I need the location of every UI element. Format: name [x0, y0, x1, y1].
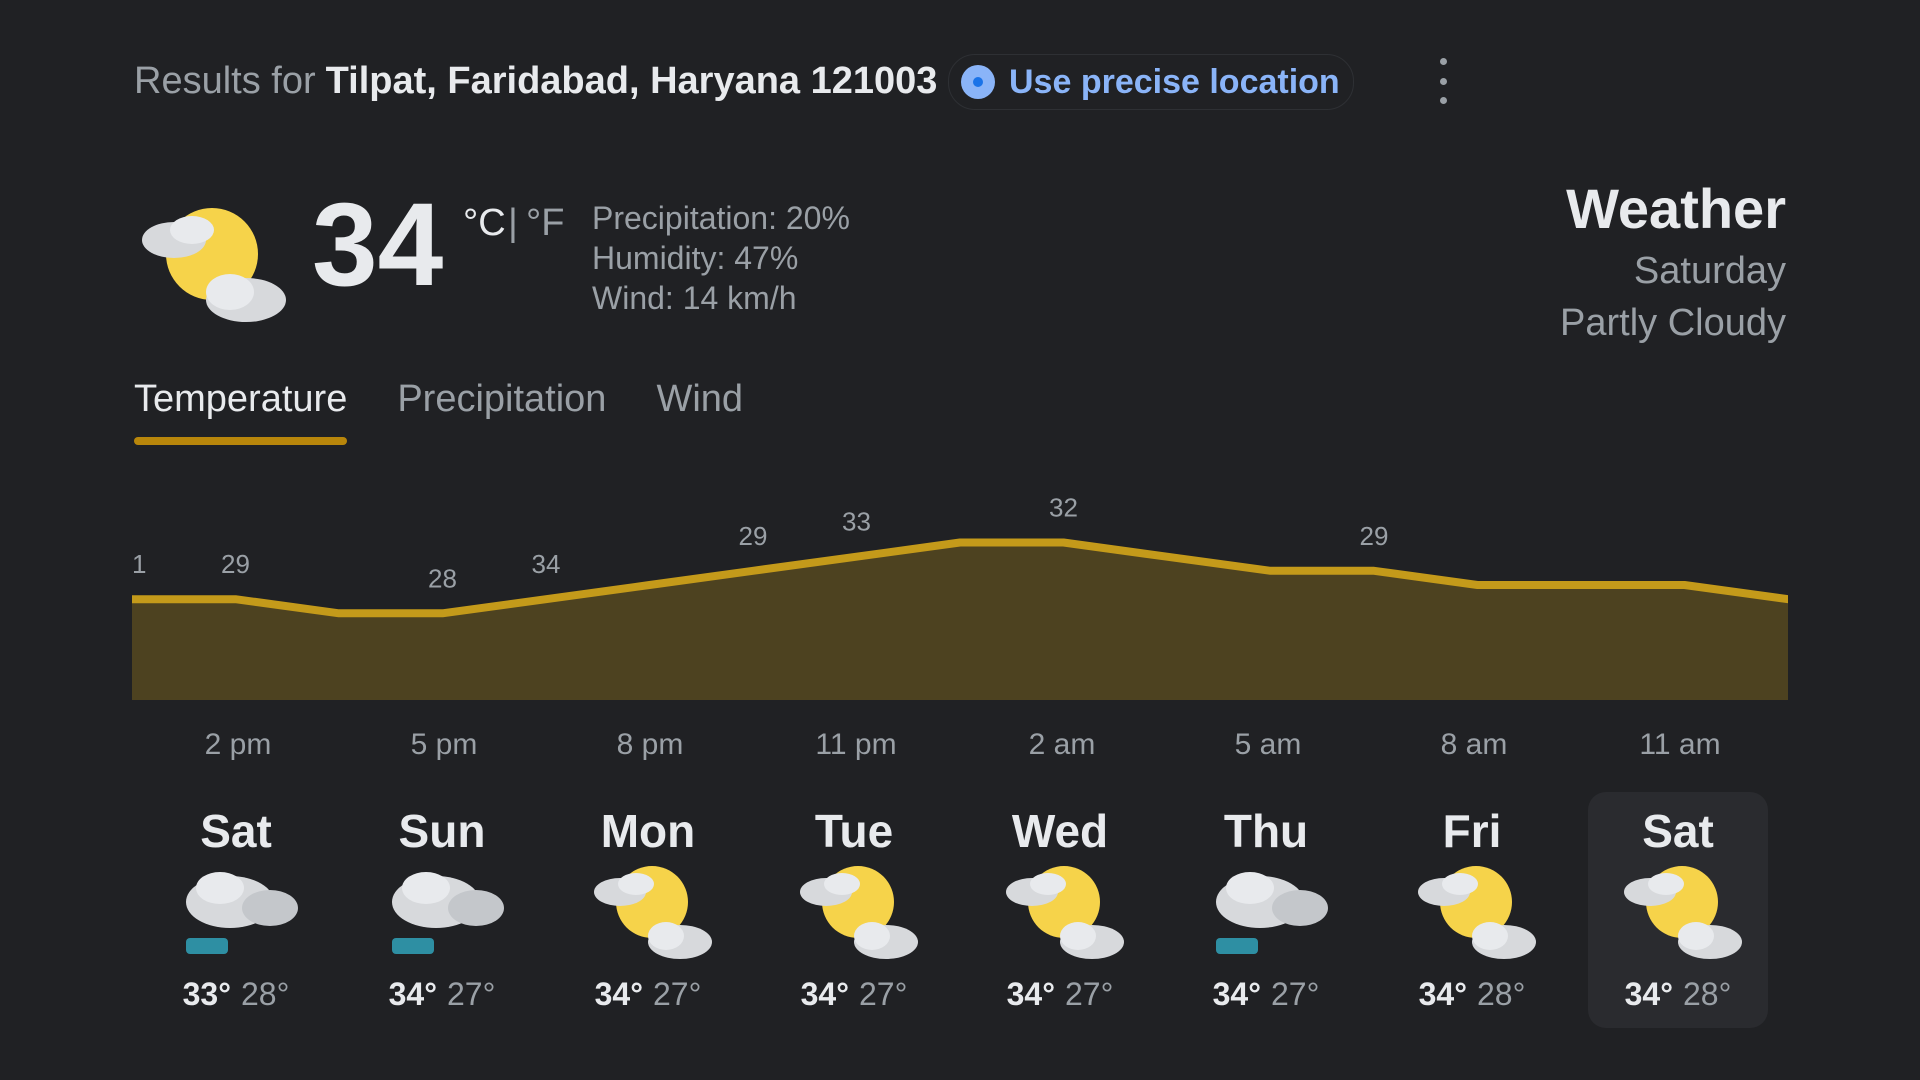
day-name: Thu: [1223, 805, 1309, 857]
day-forecast-sat[interactable]: Sat 33° 28°: [146, 792, 326, 1028]
day-low: 28°: [241, 976, 290, 1012]
day-temps: 34° 27°: [1176, 976, 1356, 1013]
chart-point-label: 31: [132, 549, 146, 579]
partly-cloudy-icon: [1618, 856, 1742, 962]
day-forecast-sat[interactable]: Sat 34° 28°: [1588, 792, 1768, 1028]
daily-forecast: Sat 33° 28° Sun 34° 27° Mon 34° 27° Tue 34° 27° Wed 3…: [134, 792, 1788, 1028]
day-temps: 34° 27°: [558, 976, 738, 1013]
chart-time-label: 11 pm: [815, 728, 897, 761]
chart-time-label: 2 am: [1028, 728, 1096, 761]
tab-wind[interactable]: Wind: [656, 378, 743, 445]
day-high: 34°: [594, 976, 643, 1012]
chart-point-label: 33: [842, 507, 871, 537]
partly-cloudy-icon: [1412, 856, 1536, 962]
day-temps: 34° 28°: [1588, 976, 1768, 1013]
day-temps: 34° 27°: [352, 976, 532, 1013]
precipitation-detail: Precipitation: 20%: [592, 200, 850, 236]
chart-time-label: 5 am: [1234, 728, 1302, 761]
fahrenheit-toggle[interactable]: °F: [526, 202, 564, 245]
partly-cloudy-icon: [1000, 856, 1124, 962]
weather-day: Saturday: [1633, 250, 1786, 292]
wind-detail: Wind: 14 km/h: [592, 280, 797, 316]
day-high: 33°: [182, 976, 231, 1012]
chart-time-label: 8 pm: [616, 728, 684, 761]
day-temps: 33° 28°: [146, 976, 326, 1013]
day-name: Tue: [814, 805, 894, 857]
temperature-chart: 29 28 29 32 34 33 31 29: [132, 493, 1788, 700]
partly-cloudy-icon: [134, 196, 294, 326]
use-precise-location-label: Use precise location: [1009, 62, 1340, 101]
day-name: Sun: [398, 805, 486, 857]
humidity-detail: Humidity: 47%: [592, 240, 799, 276]
day-low: 27°: [859, 976, 908, 1012]
chart-time-label: 2 pm: [204, 728, 272, 761]
day-name: Sat: [200, 805, 272, 857]
day-temps: 34° 28°: [1382, 976, 1562, 1013]
day-name: Fri: [1442, 805, 1502, 857]
day-name: Wed: [1011, 805, 1109, 857]
current-temperature: 34: [312, 179, 444, 311]
day-high: 34°: [800, 976, 849, 1012]
day-high: 34°: [1212, 976, 1261, 1012]
chart-point-label: 28: [428, 563, 457, 593]
chart-point-label: 29: [1360, 521, 1389, 551]
weather-condition: Partly Cloudy: [1560, 302, 1786, 344]
chart-time-label: 8 am: [1440, 728, 1508, 761]
chart-point-label: 29: [221, 549, 250, 579]
day-forecast-thu[interactable]: Thu 34° 27°: [1176, 792, 1356, 1028]
day-high: 34°: [1624, 976, 1673, 1012]
location-icon: [961, 65, 995, 99]
day-low: 27°: [653, 976, 702, 1012]
chart-time-labels: 2 pm 5 pm 8 pm 11 pm 2 am 5 am 8 am 11 am: [134, 728, 1788, 768]
partly-cloudy-icon: [794, 856, 918, 962]
day-forecast-wed[interactable]: Wed 34° 27°: [970, 792, 1150, 1028]
day-low: 27°: [1065, 976, 1114, 1012]
chart-point-label: 29: [739, 521, 768, 551]
more-options-icon[interactable]: [1436, 58, 1450, 104]
day-low: 28°: [1683, 976, 1732, 1012]
day-low: 28°: [1477, 976, 1526, 1012]
results-prefix: Results for: [134, 59, 316, 102]
cloudy-rain-icon: [176, 856, 300, 962]
day-forecast-fri[interactable]: Fri 34° 28°: [1382, 792, 1562, 1028]
day-high: 34°: [388, 976, 437, 1012]
day-name: Sat: [1642, 805, 1714, 857]
weather-title: Weather: [1566, 177, 1786, 240]
tab-precipitation[interactable]: Precipitation: [397, 378, 606, 445]
results-header: Results for Tilpat, Faridabad, Haryana 1…: [134, 56, 937, 106]
cloudy-rain-icon: [1206, 856, 1330, 962]
day-forecast-tue[interactable]: Tue 34° 27°: [764, 792, 944, 1028]
chart-time-label: 5 pm: [410, 728, 478, 761]
celsius-toggle[interactable]: °C: [463, 202, 506, 245]
day-temps: 34° 27°: [764, 976, 944, 1013]
day-name: Mon: [600, 805, 696, 857]
tab-temperature[interactable]: Temperature: [134, 378, 348, 445]
chart-point-label: 32: [1049, 493, 1078, 523]
use-precise-location-button[interactable]: Use precise location: [948, 54, 1354, 110]
temperature-area: [132, 542, 1788, 700]
day-temps: 34° 27°: [970, 976, 1150, 1013]
chart-point-label: 34: [532, 549, 561, 579]
results-location[interactable]: Tilpat, Faridabad, Haryana 121003: [326, 60, 938, 103]
partly-cloudy-icon: [588, 856, 712, 962]
day-low: 27°: [1271, 976, 1320, 1012]
day-forecast-sun[interactable]: Sun 34° 27°: [352, 792, 532, 1028]
cloudy-rain-icon: [382, 856, 506, 962]
day-high: 34°: [1418, 976, 1467, 1012]
day-forecast-mon[interactable]: Mon 34° 27°: [558, 792, 738, 1028]
day-low: 27°: [447, 976, 496, 1012]
day-high: 34°: [1006, 976, 1055, 1012]
weather-details: Precipitation: 20% Humidity: 47% Wind: 1…: [592, 198, 850, 318]
forecast-tabs: Temperature Precipitation Wind: [134, 378, 793, 445]
chart-time-label: 11 am: [1639, 728, 1721, 761]
unit-separator: |: [508, 202, 518, 244]
